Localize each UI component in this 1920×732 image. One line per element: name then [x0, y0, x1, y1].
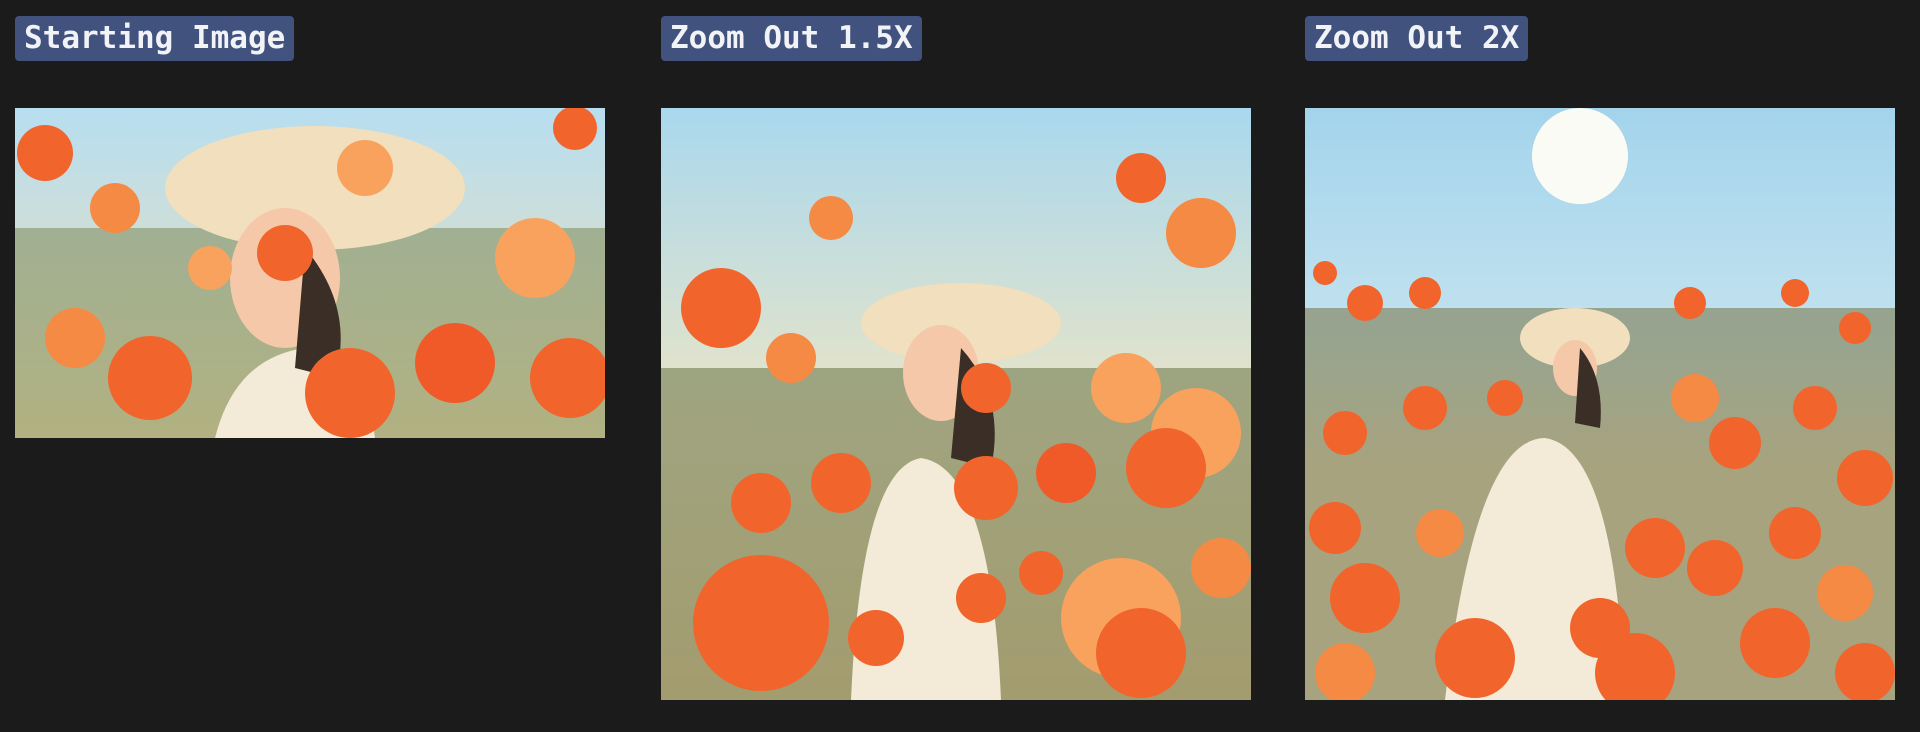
zoom-2x-label: Zoom Out 2X	[1305, 16, 1529, 61]
zoom-2x-image	[1305, 108, 1895, 700]
scene	[1305, 108, 1895, 700]
starting-image	[15, 108, 605, 438]
zoom-1-5x-image	[661, 108, 1251, 700]
scene	[661, 108, 1251, 700]
scene	[15, 108, 605, 438]
zoom-1-5x-label: Zoom Out 1.5X	[661, 16, 922, 61]
starting-image-label: Starting Image	[15, 16, 295, 61]
sun	[1532, 108, 1628, 204]
